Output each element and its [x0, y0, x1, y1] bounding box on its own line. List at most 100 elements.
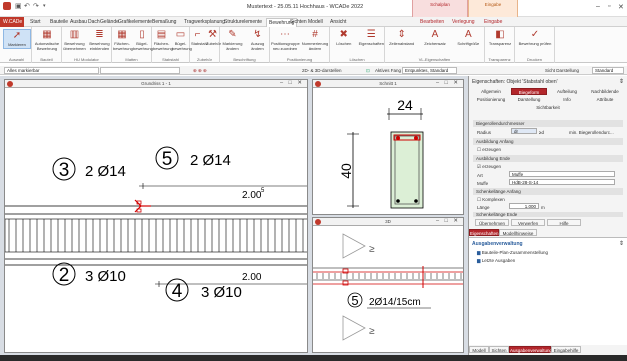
ribbon-button[interactable]: ☰ Eigenschaften	[359, 29, 385, 47]
view-window-buttons[interactable]: – □ ✕	[436, 80, 460, 86]
ribbon-button[interactable]: ✓ Bewehrung prüfen	[516, 29, 554, 47]
ribbon-button-label: Zubehör	[206, 41, 221, 46]
redo-icon[interactable]: ↷	[33, 3, 40, 10]
ribbon-tab[interactable]: Gelände	[100, 19, 119, 25]
close-button[interactable]: ✕	[618, 3, 624, 11]
ribbon-tab[interactable]: Dach	[88, 19, 100, 25]
ribbon-button[interactable]: ➚ Markieren	[3, 29, 31, 49]
ribbon-tab[interactable]: Strukturelemente	[224, 19, 262, 25]
snap-label[interactable]: Aktives Fang	[375, 68, 401, 73]
ribbon-button[interactable]: # Nummerierung ändern	[301, 29, 329, 51]
ribbon-button[interactable]: ▦ Flächen-bewehrung	[113, 29, 133, 51]
snap-icon[interactable]: ⊡	[366, 68, 370, 74]
view-3d[interactable]: 3D – □ ✕ ≥ ≥ 5 2Ø14/15cm	[312, 217, 464, 353]
ribbon-button[interactable]: ✎ Markierung ändern	[221, 29, 244, 51]
ribbon-group-label: Löschen	[349, 57, 365, 62]
ribbon-button[interactable]: ▤ Flächen-bewehrung	[153, 29, 173, 51]
ende-checkbox[interactable]: ☑ erzeugen	[477, 164, 501, 170]
properties-tab[interactable]: Darstellung	[511, 96, 547, 103]
context-group-eingabe: Eingabe	[468, 0, 518, 17]
properties-tab[interactable]: Info	[549, 96, 585, 103]
ribbon-tab[interactable]: Modell	[308, 19, 323, 25]
tab-eigenschaften[interactable]: Eigenschaften	[469, 229, 499, 236]
properties-tab[interactable]: Sichtbarkeit	[529, 104, 567, 111]
position-number: 3	[59, 160, 70, 181]
help-button[interactable]: Hilfe	[547, 219, 581, 226]
laenge-field[interactable]: 1.000	[509, 203, 539, 209]
apply-button[interactable]: Übernehmen	[475, 219, 509, 226]
properties-tab[interactable]: Allgemein	[473, 88, 509, 95]
properties-tab[interactable]: Positionierung	[473, 96, 509, 103]
ribbon-button[interactable]: ⇕ Zeilenabstand	[386, 29, 417, 47]
snap-select[interactable]: Entpunktes, Standard	[402, 67, 457, 74]
app-logo-icon[interactable]	[3, 2, 11, 10]
view-tools-icon[interactable]: ⊕ ⊕ ⊕	[193, 68, 207, 74]
ribbon-tab[interactable]: W.CADe	[0, 17, 24, 27]
ribbon-tab[interactable]: Start	[30, 19, 41, 25]
ribbon-button[interactable]: ≣ Bewehrung einblenden	[88, 29, 111, 51]
ribbon-tab[interactable]: Bearbeiten	[420, 19, 444, 25]
ribbon-tab[interactable]: Grafikelemente	[118, 19, 152, 25]
ribbon-button[interactable]: ↯ Auszug ändern	[246, 29, 269, 51]
undo-icon[interactable]: ↶	[24, 3, 31, 10]
radius-field[interactable]: dr	[511, 128, 537, 134]
ribbon-button[interactable]: A Zeichensatz	[419, 29, 450, 47]
ribbon-tab[interactable]: Bemaßung	[152, 19, 176, 25]
bar-icon: ⌐	[194, 29, 201, 40]
ribbon-button[interactable]: ▭ Bügel-bewehrung	[172, 29, 192, 51]
panel-pin-icon[interactable]: ⇕	[619, 78, 624, 85]
ribbon-button[interactable]: ◧ Transparenz	[486, 29, 514, 47]
ribbon-button[interactable]: ▦ Automatische Bewehrung	[33, 29, 61, 51]
radius-note: min. Biegerollendurc...	[569, 130, 614, 135]
ribbon-button[interactable]: ✖ Löschen	[331, 29, 357, 47]
properties-tab[interactable]: Attribute	[587, 96, 623, 103]
view-floorplan[interactable]: Grundriss 1 - 1 – □ ✕ 3 2 Ø14 5 2 Ø14 2.…	[4, 79, 308, 353]
properties-tab[interactable]: Aufteilung	[549, 88, 585, 95]
output-item[interactable]: ▆ Bauteile-Plan-Zusammenstellung	[477, 250, 548, 256]
ribbon-tab[interactable]: Bauteile	[50, 19, 68, 25]
ribbon-tab[interactable]: Verlegung	[452, 19, 475, 25]
kompl-checkbox[interactable]: ☐ Komplexen	[477, 197, 505, 203]
view-window-buttons[interactable]: – □ ✕	[280, 80, 304, 86]
tab-sichten[interactable]: Sichten	[489, 346, 509, 353]
output-item[interactable]: ▆ Letzte Ausgaben	[477, 258, 515, 264]
layer-select-2[interactable]	[100, 67, 180, 74]
position-number: 5	[162, 149, 173, 170]
ribbon-button-label: Bewehrung prüfen	[518, 41, 552, 46]
ribbon: ➚ Markieren Auswahl ▦ Automatische Bewehrung…	[0, 27, 627, 63]
rebar-label: 2Ø14/15cm	[369, 297, 421, 308]
tab-eingabehilfe[interactable]: Eingabehilfe	[551, 346, 581, 353]
properties-tab[interactable]: Biegeform	[511, 88, 547, 95]
ribbon-tab[interactable]: Eingabe	[484, 19, 502, 25]
ribbon-tab[interactable]: Ansicht	[330, 19, 346, 25]
mode-label[interactable]: 2D- & 3D-darstellen	[302, 68, 342, 73]
ribbon-tab[interactable]: Ausbau	[70, 19, 87, 25]
art-select[interactable]: Muffe	[509, 171, 615, 177]
minimize-button[interactable]: –	[596, 3, 600, 10]
tab-ausgabenverwaltung[interactable]: Ausgabenverwaltung	[509, 346, 552, 353]
display-select[interactable]: Standard	[592, 67, 624, 74]
ribbon-button[interactable]: ⋯ Positionsgruppe neu zuordnen	[271, 29, 300, 51]
layer-select[interactable]: Alles markierbar	[4, 67, 99, 74]
panel-title: Eigenschaften: Objekt 'Stabstahl oben'	[472, 79, 558, 85]
cursor-icon: ➚	[12, 30, 22, 41]
dropdown-icon[interactable]: ▾	[43, 3, 50, 10]
view-section[interactable]: Schnitt 1 – □ ✕ 24 40	[312, 79, 464, 215]
discard-button[interactable]: Verwerfen	[511, 219, 545, 226]
ribbon-button[interactable]: A Schriftgröße	[453, 29, 484, 47]
save-icon[interactable]: ▣	[15, 3, 22, 10]
anfang-checkbox[interactable]: ☐ erzeugen	[477, 147, 501, 153]
view-window-buttons[interactable]: – □ ✕	[436, 218, 460, 224]
ribbon-tab[interactable]: Tragwerksplanung	[184, 19, 225, 25]
muffe-select[interactable]: HdB-28-S-14	[509, 179, 615, 185]
panel-pin-icon[interactable]: ⇕	[619, 240, 624, 247]
properties-tab[interactable]: Nachbildende	[587, 88, 623, 95]
ribbon-tab[interactable]: Sichten	[290, 19, 307, 25]
tab-modellhinweise[interactable]: Modellhinweise	[499, 229, 537, 236]
ribbon-button[interactable]: ⚒ Zubehör	[206, 29, 221, 47]
ribbon-button[interactable]: ▥ Bewehrung übernehmen	[63, 29, 86, 51]
restore-button[interactable]: ▫	[608, 3, 610, 10]
tab-modell[interactable]: Modell	[469, 346, 489, 353]
ribbon-button[interactable]: ▯ Bügel-bewehrung	[133, 29, 153, 51]
ribbon-button[interactable]: ⌐ Stabstahl	[191, 29, 208, 47]
